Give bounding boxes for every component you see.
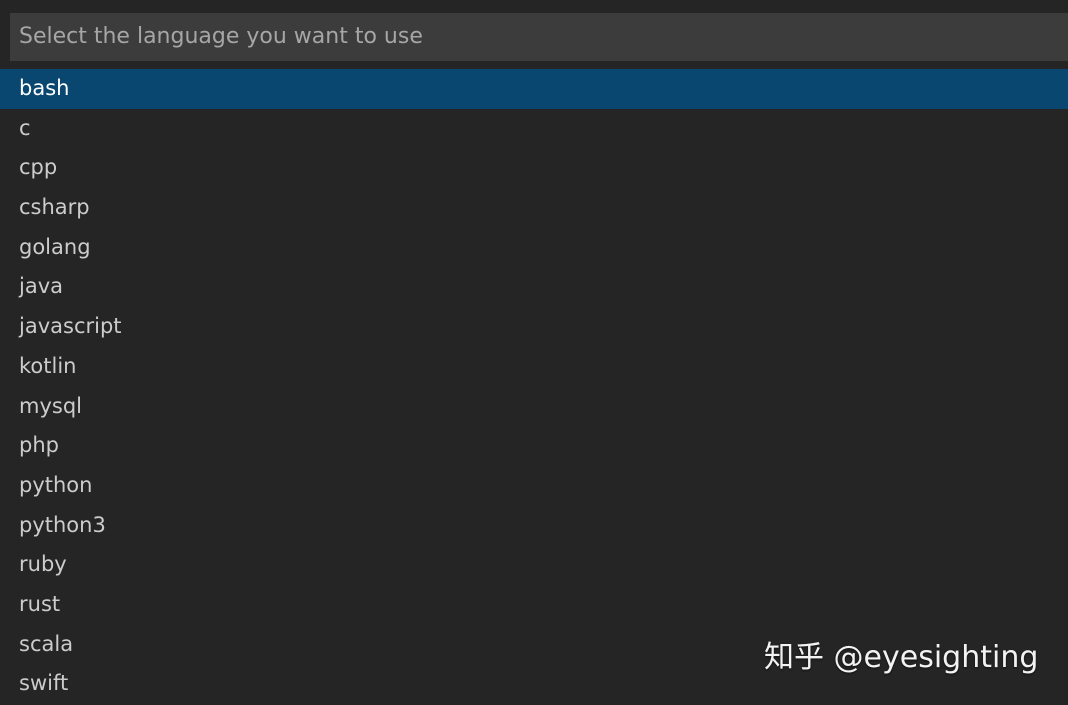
language-search-input[interactable] (10, 13, 1068, 61)
language-list: bash c cpp csharp golang java javascript… (0, 69, 1068, 704)
list-item-csharp[interactable]: csharp (0, 188, 1068, 228)
list-item-python3[interactable]: python3 (0, 506, 1068, 546)
list-item-mysql[interactable]: mysql (0, 387, 1068, 427)
list-item-java[interactable]: java (0, 267, 1068, 307)
list-item-php[interactable]: php (0, 426, 1068, 466)
list-item-c[interactable]: c (0, 109, 1068, 149)
list-item-ruby[interactable]: ruby (0, 545, 1068, 585)
list-item-rust[interactable]: rust (0, 585, 1068, 625)
watermark-text: 知乎 @eyesighting (764, 640, 1039, 675)
list-item-bash[interactable]: bash (0, 69, 1068, 109)
list-item-kotlin[interactable]: kotlin (0, 347, 1068, 387)
quick-pick-input-container (0, 0, 1068, 68)
list-item-javascript[interactable]: javascript (0, 307, 1068, 347)
list-item-cpp[interactable]: cpp (0, 148, 1068, 188)
list-item-python[interactable]: python (0, 466, 1068, 506)
list-item-golang[interactable]: golang (0, 228, 1068, 268)
quick-pick-widget: bash c cpp csharp golang java javascript… (0, 0, 1068, 705)
